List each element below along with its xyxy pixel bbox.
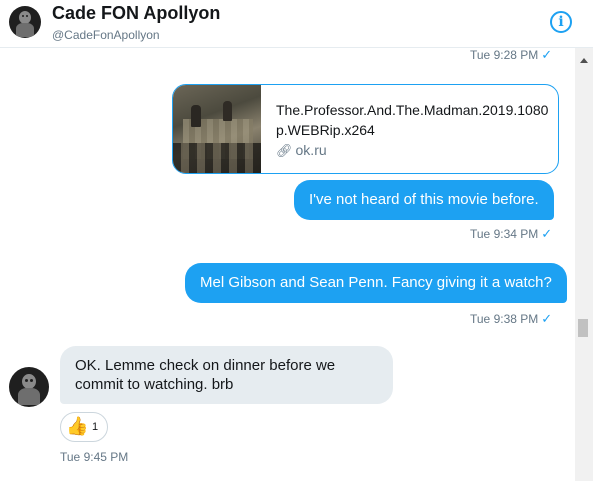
- sent-check-icon: ✓: [541, 226, 553, 241]
- timestamp-text: Tue 9:45 PM: [60, 450, 129, 464]
- sender-avatar[interactable]: [9, 367, 49, 407]
- outgoing-message[interactable]: I've not heard of this movie before.: [294, 180, 554, 220]
- reaction-count: 1: [92, 421, 99, 433]
- link-preview-domain: 🔗︎ ok.ru: [276, 142, 327, 159]
- timestamp-text: Tue 9:34 PM: [470, 227, 539, 241]
- message-timestamp: Tue 9:28 PM ✓: [470, 47, 552, 63]
- outgoing-message[interactable]: Mel Gibson and Sean Penn. Fancy giving i…: [185, 263, 567, 303]
- timestamp-text: Tue 9:28 PM: [470, 48, 539, 62]
- contact-handle: @CadeFonApollyon: [52, 28, 160, 42]
- link-preview-card[interactable]: The.Professor.And.The.Madman.2019.1080p.…: [172, 84, 559, 174]
- scrollbar[interactable]: [575, 48, 593, 481]
- sent-check-icon: ✓: [541, 311, 553, 326]
- thumbs-up-icon: 👍: [66, 416, 89, 436]
- sent-check-icon: ✓: [541, 47, 553, 62]
- scrollbar-thumb[interactable]: [578, 319, 588, 337]
- timestamp-text: Tue 9:38 PM: [470, 312, 539, 326]
- message-timestamp: Tue 9:38 PM ✓: [470, 311, 552, 327]
- reaction-badge[interactable]: 👍 1: [60, 412, 108, 442]
- message-timestamp: Tue 9:34 PM ✓: [470, 226, 552, 242]
- link-preview-thumbnail: [173, 85, 261, 173]
- incoming-message[interactable]: OK. Lemme check on dinner before we comm…: [60, 346, 393, 404]
- conversation-header: Cade FON Apollyon @CadeFonApollyon i: [0, 0, 593, 48]
- link-icon: 🔗︎: [276, 143, 293, 158]
- scroll-up-arrow-icon[interactable]: [580, 58, 588, 63]
- avatar[interactable]: [9, 6, 41, 38]
- link-preview-title: The.Professor.And.The.Madman.2019.1080p.…: [276, 102, 549, 138]
- message-timestamp: Tue 9:45 PM: [60, 450, 128, 464]
- contact-name[interactable]: Cade FON Apollyon: [52, 3, 220, 24]
- info-icon[interactable]: i: [550, 11, 572, 33]
- link-domain-text: ok.ru: [295, 142, 327, 158]
